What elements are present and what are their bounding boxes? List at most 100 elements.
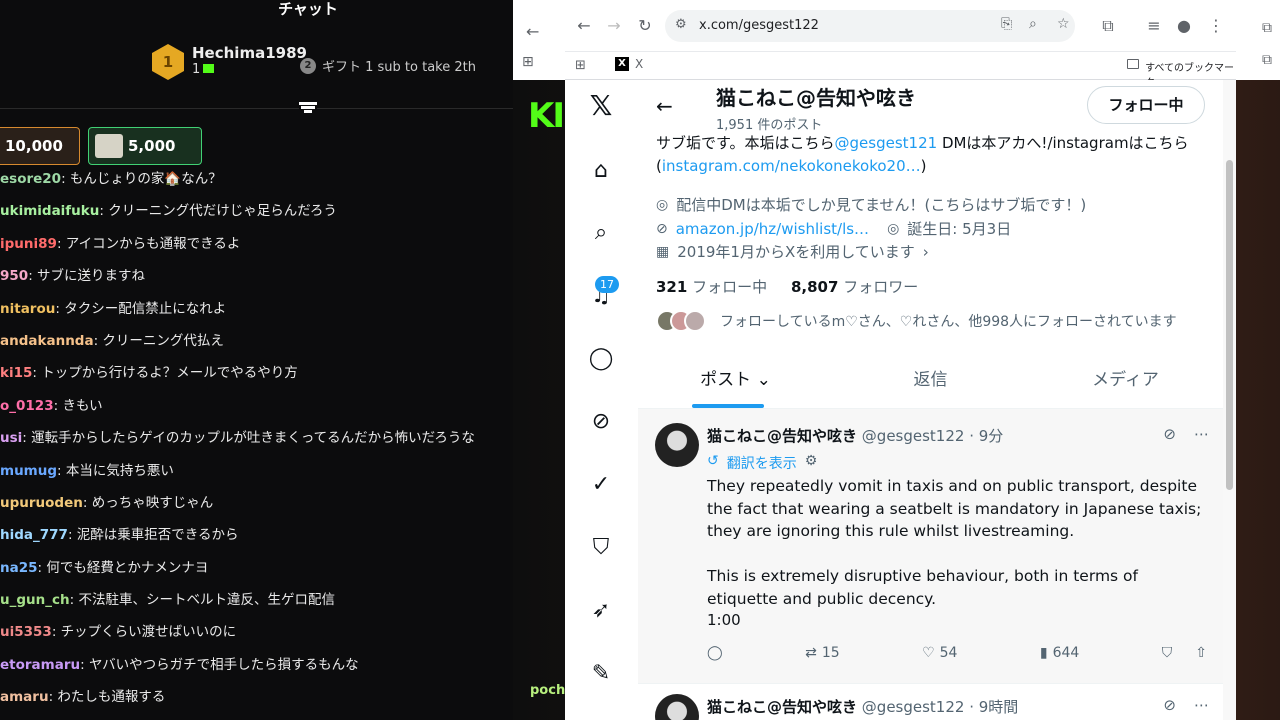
- tweet[interactable]: 猫こねこ@告知や呟き @gesgest122 · 9分 ⊘ ⋯ ↺ 翻訳を表示 ⚙ T…: [638, 408, 1223, 683]
- x-logo-icon[interactable]: 𝕏: [587, 92, 615, 120]
- pinned-menu-icon[interactable]: [299, 101, 317, 117]
- views-button[interactable]: ▮ 644: [1040, 645, 1079, 661]
- chat-username[interactable]: u_gun_ch: [0, 592, 70, 608]
- chat-message: etoramaru: ヤバいやつらガチで相手したら損するもんな: [0, 656, 359, 673]
- page-scrollbar[interactable]: [1223, 80, 1236, 720]
- bookmarks-icon[interactable]: ⛉: [587, 534, 615, 562]
- chat-username[interactable]: ipuni89: [0, 236, 57, 252]
- back-icon[interactable]: ←: [573, 15, 595, 37]
- chat-username[interactable]: upuruoden: [0, 495, 83, 511]
- reply-icon: ◯: [707, 645, 723, 661]
- top-gifter[interactable]: 1 Hechima1989 1: [152, 44, 307, 80]
- chat-username[interactable]: ui5353: [0, 624, 52, 640]
- tab-posts[interactable]: ポスト ⌄: [638, 356, 833, 408]
- menu-icon[interactable]: ⋮: [1205, 15, 1227, 37]
- chat-username[interactable]: ukimidaifuku: [0, 203, 99, 219]
- retweet-icon: ⇄: [805, 645, 817, 661]
- chat-username[interactable]: na25: [0, 560, 38, 576]
- media-icon[interactable]: ≡: [1143, 15, 1165, 37]
- bookmark-icon: ⛉: [1161, 645, 1173, 661]
- messages-icon[interactable]: ◯: [587, 345, 615, 373]
- avatar[interactable]: [655, 423, 699, 467]
- more-icon[interactable]: ⋯: [1194, 425, 1209, 443]
- stream-logo: KI: [528, 96, 565, 136]
- verified-icon[interactable]: ✓: [587, 471, 615, 499]
- bookmark-x[interactable]: XX: [615, 57, 643, 71]
- chat-username[interactable]: 950: [0, 268, 28, 284]
- bookmark-button[interactable]: ⛉ ⇧: [1162, 645, 1207, 661]
- apps-icon[interactable]: ⊞: [522, 54, 534, 70]
- settings-icon[interactable]: ⚙: [805, 453, 818, 473]
- grok-icon[interactable]: ⊘: [1163, 425, 1176, 443]
- grok-icon[interactable]: ⊘: [1163, 696, 1176, 714]
- top-gifter-count: 1: [192, 62, 307, 77]
- back-arrow-icon[interactable]: ←: [526, 22, 539, 41]
- x-logo-icon: X: [615, 57, 629, 71]
- forward-icon[interactable]: →: [603, 15, 625, 37]
- tab-replies[interactable]: 返信: [833, 356, 1028, 408]
- tip-pill[interactable]: 10,000: [0, 127, 80, 165]
- extension-icon[interactable]: ⧉: [1262, 52, 1272, 68]
- website-link[interactable]: amazon.jp/hz/wishlist/ls…: [676, 220, 869, 238]
- back-arrow-icon[interactable]: ←: [656, 94, 673, 118]
- chat-message: ukimidaifuku: クリーニング代だけじゃ足らんだろう: [0, 203, 337, 220]
- tweet-header: 猫こねこ@告知や呟き @gesgest122 · 9時間: [707, 698, 1019, 716]
- tip-pill[interactable]: 5,000: [88, 127, 202, 165]
- url-text[interactable]: x.com/gesgest122: [699, 18, 819, 33]
- chat-username[interactable]: etoramaru: [0, 657, 80, 673]
- chat-username[interactable]: andakannda: [0, 333, 94, 349]
- chat-messages: esore20: もんじょりの家🏠なん？ ukimidaifuku: クリーニング…: [0, 170, 513, 720]
- bio-link[interactable]: @gesgest121: [835, 134, 938, 152]
- browser-toolbar: ← → ↻ ⚙ x.com/gesgest122 ⎘ ⌕ ☆ ⧉ ≡ ● ⋮: [565, 0, 1236, 52]
- chat-username[interactable]: ki15: [0, 365, 32, 381]
- address-bar[interactable]: ⚙ x.com/gesgest122 ⎘ ⌕ ☆: [665, 10, 1075, 42]
- grok-icon[interactable]: ⊘: [587, 408, 615, 436]
- home-icon[interactable]: ⌂: [587, 157, 615, 185]
- chat-username[interactable]: amaru: [0, 689, 49, 705]
- chat-text: クリーニング代払え: [102, 332, 224, 349]
- following-button[interactable]: フォロー中: [1087, 86, 1205, 124]
- joined-row[interactable]: ▦ 2019年1月からXを利用しています ›: [656, 241, 929, 262]
- chat-username[interactable]: nitarou: [0, 301, 55, 317]
- install-icon[interactable]: ⎘: [1001, 16, 1012, 32]
- chat-message: andakannda: クリーニング代払え: [0, 332, 224, 349]
- compose-icon[interactable]: ✎: [587, 660, 615, 688]
- search-icon[interactable]: ⌕: [587, 219, 615, 247]
- tab-media[interactable]: メディア: [1028, 356, 1223, 408]
- chat-username[interactable]: mumug: [0, 463, 57, 479]
- gift-promo[interactable]: 2 ギフト 1 sub to take 2th: [300, 56, 476, 75]
- following-stat[interactable]: 321 フォロー中: [656, 278, 767, 296]
- zoom-icon[interactable]: ⌕: [1029, 16, 1037, 32]
- profile-icon[interactable]: ●: [1173, 15, 1195, 37]
- chat-username[interactable]: esore20: [0, 171, 61, 187]
- tweet-time: 1:00: [707, 611, 741, 629]
- chat-username[interactable]: usi: [0, 430, 22, 446]
- known-followers[interactable]: フォローしているm♡さん、♡れさん、他998人にフォローされています: [656, 310, 1177, 332]
- instagram-link[interactable]: instagram.com/nekokonekoko20…: [662, 157, 921, 175]
- more-icon[interactable]: ⋯: [1194, 696, 1209, 714]
- rocket-icon[interactable]: ➶: [587, 597, 615, 625]
- retweet-button[interactable]: ⇄ 15: [805, 645, 840, 661]
- reload-icon[interactable]: ↻: [634, 15, 656, 37]
- chat-message: usi: 運転手からしたらゲイのカップルが吐きまくってるんだから怖いだろうな: [0, 430, 475, 447]
- bookmark-star-icon[interactable]: ☆: [1057, 16, 1070, 32]
- tweet[interactable]: 猫こねこ@告知や呟き @gesgest122 · 9時間 ⊘ ⋯: [638, 683, 1223, 720]
- profile-bio: サブ垢です。本垢はこちら@gesgest121 DMは本アカへ!/instagr…: [656, 134, 1189, 175]
- extension-icon[interactable]: ⧉: [1262, 20, 1272, 36]
- profile-name: 猫こねこ@告知や呟き: [716, 86, 916, 110]
- followers-stat[interactable]: 8,807 フォロワー: [791, 278, 918, 296]
- chat-text: チップくらい渡せばいいのに: [60, 624, 237, 641]
- chat-message: esore20: もんじょりの家🏠なん？: [0, 171, 222, 187]
- bookmarks-bar: ⊞ XX すべてのブックマーク: [565, 52, 1236, 89]
- like-button[interactable]: ♡ 54: [922, 645, 957, 661]
- reply-button[interactable]: ◯: [707, 645, 723, 661]
- scrollbar-thumb[interactable]: [1226, 160, 1233, 490]
- chat-username[interactable]: o_0123: [0, 398, 54, 414]
- site-info-icon[interactable]: ⚙: [675, 17, 687, 32]
- chat-username[interactable]: hida_777: [0, 527, 68, 543]
- apps-icon[interactable]: ⊞: [575, 58, 586, 73]
- translate-row[interactable]: ↺ 翻訳を表示 ⚙: [707, 453, 817, 473]
- chat-message: ipuni89: アイコンからも通報できるよ: [0, 235, 241, 252]
- extensions-icon[interactable]: ⧉: [1097, 15, 1119, 37]
- avatar[interactable]: [655, 694, 699, 720]
